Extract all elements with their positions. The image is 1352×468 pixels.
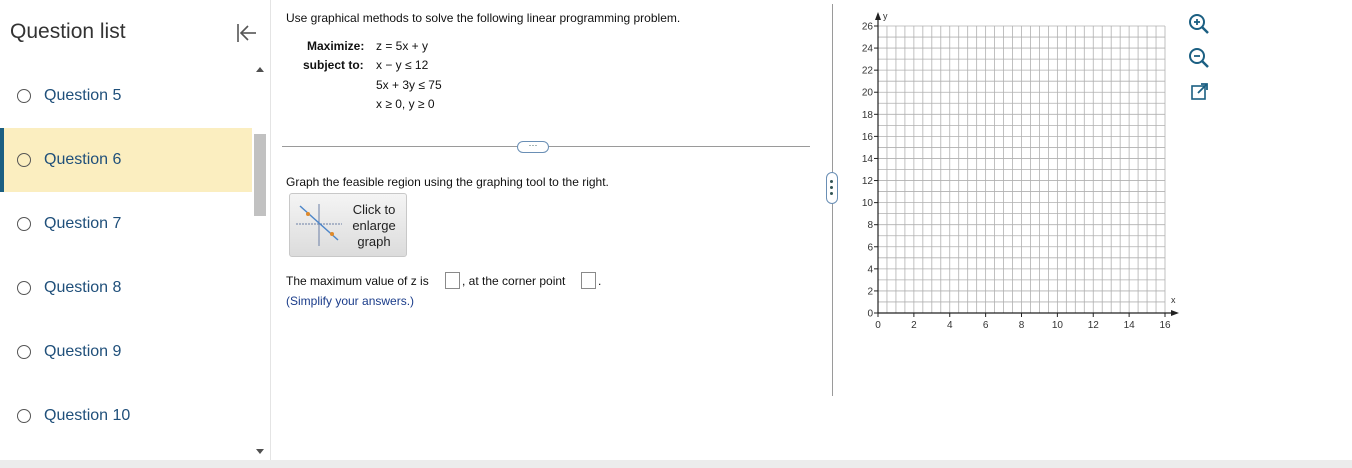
answer-end: . xyxy=(598,274,602,288)
expand-more-icon[interactable]: ··· xyxy=(517,141,549,153)
zoom-in-icon[interactable] xyxy=(1186,11,1212,37)
y-tick-label: 4 xyxy=(867,264,873,275)
question-item-6[interactable]: Question 6 xyxy=(0,128,252,192)
question-list-title: Question list xyxy=(10,20,126,43)
y-tick-label: 20 xyxy=(862,88,874,99)
constraint-3: x ≥ 0, y ≥ 0 xyxy=(376,97,435,111)
sidebar-scroll-thumb[interactable] xyxy=(254,134,266,216)
y-tick-label: 8 xyxy=(867,220,873,231)
y-tick-label: 12 xyxy=(862,176,874,187)
enlarge-graph-button[interactable]: Click to enlarge graph xyxy=(289,193,407,257)
question-item-9[interactable]: Question 9 xyxy=(0,320,252,384)
x-tick-label: 14 xyxy=(1124,320,1136,331)
x-tick-label: 8 xyxy=(1019,320,1025,331)
y-tick-label: 6 xyxy=(867,242,873,253)
collapse-panel-icon[interactable] xyxy=(232,20,260,46)
problem-intro: Use graphical methods to solve the follo… xyxy=(286,11,681,25)
question-label: Question 8 xyxy=(44,279,122,296)
x-tick-label: 12 xyxy=(1088,320,1100,331)
question-item-5[interactable]: Question 5 xyxy=(0,64,252,128)
popout-icon[interactable] xyxy=(1186,79,1212,105)
enlarge-graph-label: Click to enlarge graph xyxy=(352,202,396,249)
bottom-bar xyxy=(0,460,1352,468)
question-item-7[interactable]: Question 7 xyxy=(0,192,252,256)
x-tick-label: 4 xyxy=(947,320,953,331)
graph-thumbnail-icon xyxy=(296,204,342,246)
graph-instruction: Graph the feasible region using the grap… xyxy=(286,175,609,189)
question-label: Question 5 xyxy=(44,87,122,104)
question-item-8[interactable]: Question 8 xyxy=(0,256,252,320)
corner-point-input[interactable] xyxy=(581,272,596,289)
simplify-note: (Simplify your answers.) xyxy=(286,294,415,308)
answer-middle: , at the corner point xyxy=(462,274,566,288)
graphing-tool[interactable]: 0 2 4 6 8 10 12 14 1602468101214161820222426xy xyxy=(845,8,1185,333)
question-label: Question 9 xyxy=(44,343,122,360)
y-tick-label: 24 xyxy=(862,44,874,55)
y-tick-label: 16 xyxy=(862,132,874,143)
constraint-2: 5x + 3y ≤ 75 xyxy=(376,78,442,92)
y-tick-label: 14 xyxy=(862,154,874,165)
y-axis-arrow-icon xyxy=(875,12,881,20)
question-label: Question 10 xyxy=(44,407,131,424)
x-tick-label: 6 xyxy=(983,320,989,331)
radio-icon xyxy=(17,89,31,103)
radio-icon xyxy=(17,217,31,231)
scroll-down-icon[interactable] xyxy=(256,449,264,454)
x-tick-label: 16 xyxy=(1159,320,1171,331)
y-tick-label: 2 xyxy=(867,286,873,297)
radio-icon xyxy=(17,153,31,167)
x-axis-arrow-icon xyxy=(1171,310,1179,316)
y-axis-label: y xyxy=(883,11,888,21)
resize-handle-icon[interactable] xyxy=(826,172,838,204)
maximize-label: Maximize: xyxy=(307,39,365,53)
y-tick-label: 22 xyxy=(862,66,874,77)
radio-icon xyxy=(17,345,31,359)
answer-prefix: The maximum value of z is xyxy=(286,274,429,288)
x-tick-label: 2 xyxy=(911,320,917,331)
max-value-input[interactable] xyxy=(445,272,460,289)
sidebar-scrollbar[interactable] xyxy=(252,64,268,460)
y-tick-label: 26 xyxy=(862,22,874,33)
x-tick-label: 10 xyxy=(1052,320,1064,331)
x-tick-label: 0 xyxy=(875,320,881,331)
question-list-panel: Question list Question 5 Question 6 Ques… xyxy=(0,0,271,460)
constraint-1: x − y ≤ 12 xyxy=(376,58,429,72)
radio-icon xyxy=(17,409,31,423)
y-tick-label: 10 xyxy=(862,198,874,209)
x-axis-label: x xyxy=(1171,295,1176,305)
subject-to-label: subject to: xyxy=(303,58,364,72)
y-tick-label: 0 xyxy=(867,309,873,320)
active-indicator xyxy=(0,128,4,192)
question-label: Question 6 xyxy=(44,151,122,168)
question-item-10[interactable]: Question 10 xyxy=(0,384,252,448)
radio-icon xyxy=(17,281,31,295)
y-tick-label: 18 xyxy=(862,110,874,121)
objective-function: z = 5x + y xyxy=(376,39,429,53)
question-label: Question 7 xyxy=(44,215,122,232)
zoom-out-icon[interactable] xyxy=(1186,45,1212,71)
scroll-up-icon[interactable] xyxy=(256,67,264,72)
